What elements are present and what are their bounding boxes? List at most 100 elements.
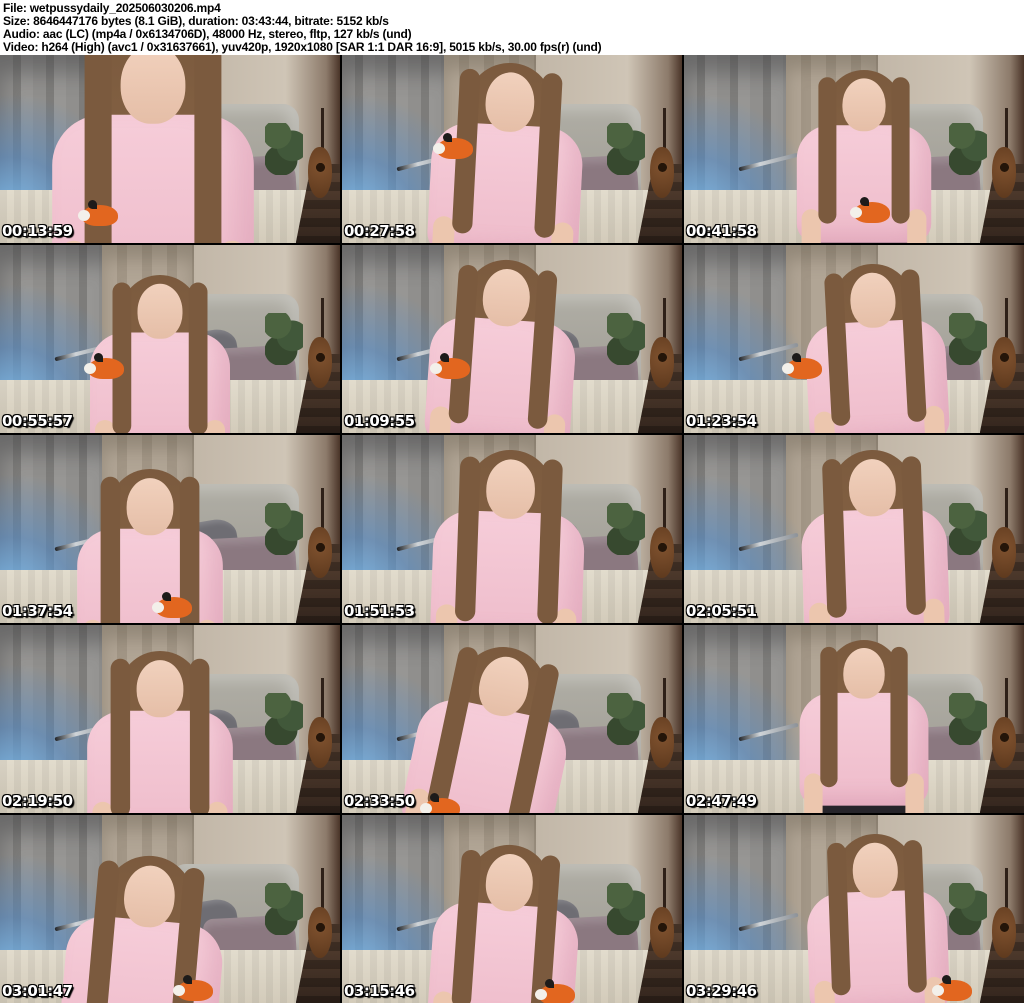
timestamp-label: 00:55:57: [2, 412, 73, 430]
person-figure: [778, 640, 951, 813]
guitar-neck: [663, 107, 667, 150]
guitar-icon: [306, 487, 333, 578]
timestamp-label: 02:33:50: [344, 792, 415, 810]
figure-hair-front-right: [188, 282, 208, 433]
guitar-body: [649, 907, 674, 958]
figure-pink-shirt: [89, 332, 230, 433]
figure-face: [843, 648, 885, 699]
timestamp-label: 03:29:46: [686, 982, 757, 1000]
person-figure: [62, 651, 257, 813]
video-thumbnail: 02:47:49: [684, 625, 1024, 813]
timestamp-label: 00:27:58: [344, 222, 415, 240]
person-figure: [18, 55, 288, 243]
timestamp-label: 01:09:55: [344, 412, 415, 430]
video-thumbnail: 03:01:47: [0, 815, 340, 1003]
figure-face: [137, 283, 183, 339]
person-figure: [774, 447, 978, 623]
figure-pink-shirt: [86, 711, 233, 813]
plant-icon: [265, 312, 303, 366]
guitar-body: [991, 527, 1016, 578]
figure-arm-right: [905, 773, 924, 813]
guitar-neck: [321, 297, 325, 340]
plush-toy: [433, 132, 474, 159]
timestamp-label: 02:19:50: [2, 792, 73, 810]
guitar-neck: [1005, 107, 1009, 150]
figure-face: [120, 55, 186, 125]
video-thumbnail: 01:09:55: [342, 245, 682, 433]
timestamp-label: 02:47:49: [686, 792, 757, 810]
guitar-icon: [990, 677, 1017, 768]
plant-icon: [265, 692, 303, 746]
guitar-body: [991, 337, 1016, 388]
header-line-video: Video: h264 (High) (avc1 / 0x31637661), …: [3, 40, 602, 54]
person-figure: [397, 57, 613, 243]
figure-hair-front-left: [110, 659, 130, 813]
person-figure: [401, 446, 613, 623]
figure-hair-front-right: [189, 659, 210, 813]
guitar-body: [991, 147, 1016, 198]
guitar-neck: [1005, 867, 1009, 910]
guitar-icon: [306, 107, 333, 198]
guitar-icon: [648, 487, 675, 578]
plush-toy: [84, 352, 125, 379]
guitar-icon: [648, 107, 675, 198]
guitar-neck: [321, 487, 325, 530]
timestamp-label: 00:41:58: [686, 222, 757, 240]
timestamp-label: 01:51:53: [344, 602, 415, 620]
plant-icon: [607, 882, 645, 936]
video-thumbnail: 02:19:50: [0, 625, 340, 813]
person-figure: [777, 259, 977, 433]
guitar-neck: [321, 107, 325, 150]
figure-pink-shirt: [76, 528, 223, 623]
guitar-body: [649, 527, 674, 578]
guitar-body: [307, 527, 332, 578]
figure-hair-front-right: [890, 646, 908, 788]
figure-face: [136, 660, 184, 718]
guitar-body: [991, 717, 1016, 768]
video-thumbnail: 00:41:58: [684, 55, 1024, 243]
plush-toy: [535, 979, 576, 1003]
guitar-icon: [306, 867, 333, 958]
guitar-neck: [663, 297, 667, 340]
guitar-neck: [663, 677, 667, 720]
guitar-icon: [648, 867, 675, 958]
person-figure: [52, 468, 247, 623]
timestamp-label: 02:05:51: [686, 602, 757, 620]
guitar-body: [307, 337, 332, 388]
figure-hair-front-right: [891, 77, 910, 224]
video-thumbnail: 02:33:50: [342, 625, 682, 813]
plush-toy: [419, 792, 460, 813]
person-figure: [24, 847, 258, 1003]
guitar-body: [307, 147, 332, 198]
guitar-neck: [663, 487, 667, 530]
guitar-neck: [321, 677, 325, 720]
plant-icon: [607, 502, 645, 556]
guitar-icon: [990, 297, 1017, 388]
contact-sheet: File: wetpussydaily_202506030206.mp4 Siz…: [0, 0, 1024, 1003]
figure-face: [485, 458, 536, 520]
plant-icon: [949, 122, 987, 176]
plush-toy: [429, 352, 470, 379]
plush-toy: [782, 352, 822, 379]
video-thumbnail: 01:51:53: [342, 435, 682, 623]
guitar-body: [649, 717, 674, 768]
timestamp-label: 03:15:46: [344, 982, 415, 1000]
guitar-body: [307, 907, 332, 958]
video-thumbnail: 02:05:51: [684, 435, 1024, 623]
media-info-header: File: wetpussydaily_202506030206.mp4 Siz…: [0, 0, 1024, 55]
guitar-body: [649, 147, 674, 198]
guitar-icon: [990, 867, 1017, 958]
video-thumbnail: 03:15:46: [342, 815, 682, 1003]
plant-icon: [265, 882, 303, 936]
timestamp-label: 00:13:59: [2, 222, 73, 240]
video-thumbnail: 00:13:59: [0, 55, 340, 243]
guitar-neck: [1005, 677, 1009, 720]
person-figure: [393, 253, 606, 433]
timestamp-label: 01:37:54: [2, 602, 73, 620]
video-thumbnail: 01:23:54: [684, 245, 1024, 433]
video-thumbnail: 01:37:54: [0, 435, 340, 623]
plant-icon: [265, 502, 303, 556]
figure-arm-right: [206, 802, 228, 813]
plush-toy: [931, 975, 972, 1002]
guitar-neck: [1005, 297, 1009, 340]
